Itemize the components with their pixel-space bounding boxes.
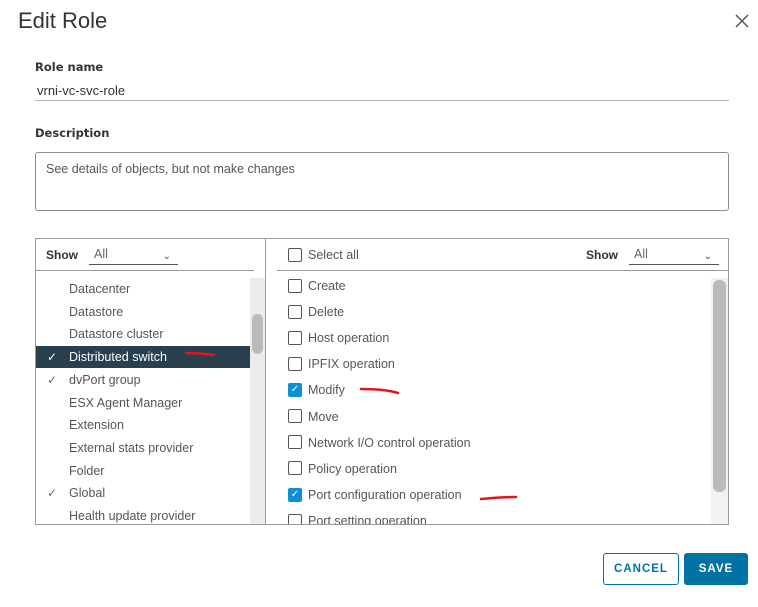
privilege-label: IPFIX operation <box>308 357 395 372</box>
privilege-checkbox-item[interactable]: Port setting operation <box>288 513 427 524</box>
checkbox-icon <box>288 513 302 524</box>
privilege-label: Modify <box>308 383 345 398</box>
checkbox-icon <box>288 435 302 450</box>
privilege-checkbox-item[interactable]: Create <box>288 278 346 298</box>
description-label: Description <box>35 126 110 140</box>
privilege-checkbox-item[interactable]: Host operation <box>288 330 389 350</box>
privilege-label: Move <box>308 409 339 424</box>
left-show-select[interactable]: All ⌄ <box>89 245 178 265</box>
chevron-down-icon: ⌄ <box>703 251 712 262</box>
right-show-value: All <box>634 247 648 261</box>
left-show-label: Show <box>46 248 78 262</box>
privilege-label: Port setting operation <box>308 513 427 524</box>
object-label: Extension <box>69 418 124 433</box>
cancel-button[interactable]: CANCEL <box>603 553 679 585</box>
checkbox-icon: ✓ <box>288 487 302 502</box>
privilege-checkbox-item[interactable]: IPFIX operation <box>288 356 395 376</box>
object-list-item[interactable]: Datacenter <box>36 278 250 300</box>
select-all-checkbox[interactable]: Select all <box>288 247 359 263</box>
checkbox-icon <box>288 461 302 476</box>
privilege-label: Delete <box>308 305 345 320</box>
description-textarea[interactable]: See details of objects, but not make cha… <box>35 152 729 211</box>
privilege-label: Port configuration operation <box>308 487 462 502</box>
left-show-value: All <box>94 247 108 261</box>
left-scroll-thumb[interactable] <box>252 314 263 354</box>
right-header-divider <box>277 270 728 271</box>
privilege-label: Create <box>308 279 346 293</box>
checkbox-icon: ✓ <box>288 383 302 398</box>
object-label: Datastore cluster <box>69 327 164 342</box>
object-list-item[interactable]: Folder <box>36 460 250 482</box>
privilege-list: Create Delete Host operation IPFIX operatio… <box>266 278 710 524</box>
privilege-label: Network I/O control operation <box>308 435 471 450</box>
object-list-item[interactable]: ✓ Global <box>36 482 250 504</box>
check-icon: ✓ <box>47 486 58 501</box>
object-label: Global <box>69 486 106 501</box>
role-name-label: Role name <box>35 60 104 74</box>
object-label: dvPort group <box>69 372 141 387</box>
right-show-select[interactable]: All ⌄ <box>629 245 719 265</box>
close-icon[interactable] <box>733 12 751 30</box>
object-list-item[interactable]: Datastore <box>36 301 250 323</box>
privilege-label: Policy operation <box>308 461 397 476</box>
select-all-label: Select all <box>308 248 359 262</box>
right-show-label: Show <box>586 248 618 262</box>
object-label: Folder <box>69 463 105 478</box>
object-label: Health update provider <box>69 509 196 523</box>
object-list-item[interactable]: External stats provider <box>36 437 250 459</box>
privilege-checkbox-item[interactable]: ✓ Port configuration operation <box>288 487 462 507</box>
check-icon: ✓ <box>47 350 58 365</box>
save-button[interactable]: SAVE <box>684 553 748 585</box>
privilege-checkbox-item[interactable]: ✓ Modify <box>288 382 345 402</box>
object-list-item[interactable]: Extension <box>36 414 250 436</box>
object-label: Datastore <box>69 304 124 319</box>
right-scroll-thumb[interactable] <box>713 280 726 492</box>
checkbox-icon <box>288 409 302 424</box>
object-list-item[interactable]: Health update provider <box>36 505 250 524</box>
right-scrollbar[interactable] <box>711 278 728 524</box>
privilege-checkbox-item[interactable]: Policy operation <box>288 461 397 481</box>
privilege-checkbox-item[interactable]: Move <box>288 409 339 429</box>
checkbox-icon <box>288 330 302 345</box>
checkbox-icon <box>288 247 302 262</box>
object-list-item[interactable]: ESX Agent Manager <box>36 392 250 414</box>
object-label: ESX Agent Manager <box>69 395 183 410</box>
object-list-item[interactable]: ✓ dvPort group <box>36 369 250 391</box>
checkbox-icon <box>288 278 302 293</box>
role-name-input[interactable] <box>35 80 729 101</box>
checkbox-icon <box>288 304 302 319</box>
object-list-item[interactable]: ✓ Distributed switch <box>36 346 250 369</box>
dialog-title: Edit Role <box>18 8 108 33</box>
left-header-divider <box>36 270 254 271</box>
privilege-checkbox-item[interactable]: Delete <box>288 304 344 324</box>
object-label: Distributed switch <box>69 350 167 365</box>
object-label: External stats provider <box>69 440 194 455</box>
object-label: Datacenter <box>69 282 131 296</box>
privilege-label: Host operation <box>308 331 390 346</box>
left-scrollbar[interactable] <box>250 278 265 524</box>
privilege-checkbox-item[interactable]: Network I/O control operation <box>288 435 471 455</box>
checkbox-icon <box>288 357 302 371</box>
chevron-down-icon: ⌄ <box>162 251 171 262</box>
object-list: Datacenter Datastore Datastore cluster ✓ Dis… <box>36 278 250 524</box>
check-icon: ✓ <box>47 372 58 387</box>
object-list-item[interactable]: Datastore cluster <box>36 323 250 345</box>
